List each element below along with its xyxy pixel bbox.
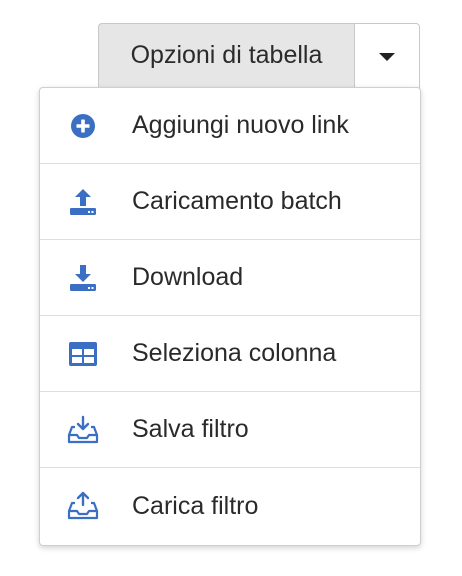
table-options-widget: Opzioni di tabella Aggiungi nuovo link C… — [0, 0, 462, 576]
menu-item-label: Download — [132, 263, 244, 291]
menu-item-save-filter[interactable]: Salva filtro — [40, 392, 420, 468]
plus-circle-icon — [67, 110, 99, 142]
menu-item-load-filter[interactable]: Carica filtro — [40, 468, 420, 544]
menu-item-label: Seleziona colonna — [132, 339, 337, 367]
caret-down-icon — [379, 53, 395, 61]
inbox-download-icon — [67, 414, 99, 446]
menu-item-label: Caricamento batch — [132, 187, 342, 215]
table-options-dropdown-menu: Aggiungi nuovo link Caricamento batch Do… — [39, 87, 421, 546]
menu-item-batch-upload[interactable]: Caricamento batch — [40, 164, 420, 240]
table-options-split-button: Opzioni di tabella — [98, 23, 420, 89]
table-columns-icon — [67, 338, 99, 370]
upload-tray-icon — [67, 186, 99, 218]
menu-item-label: Salva filtro — [132, 415, 249, 443]
menu-item-label: Carica filtro — [132, 491, 259, 520]
menu-item-add-new-link[interactable]: Aggiungi nuovo link — [40, 88, 420, 164]
menu-item-download[interactable]: Download — [40, 240, 420, 316]
inbox-upload-icon — [67, 490, 99, 522]
menu-item-label: Aggiungi nuovo link — [132, 111, 349, 139]
menu-item-select-column[interactable]: Seleziona colonna — [40, 316, 420, 392]
download-tray-icon — [67, 262, 99, 294]
table-options-toggle-button[interactable] — [354, 23, 420, 89]
table-options-button[interactable]: Opzioni di tabella — [98, 23, 354, 89]
